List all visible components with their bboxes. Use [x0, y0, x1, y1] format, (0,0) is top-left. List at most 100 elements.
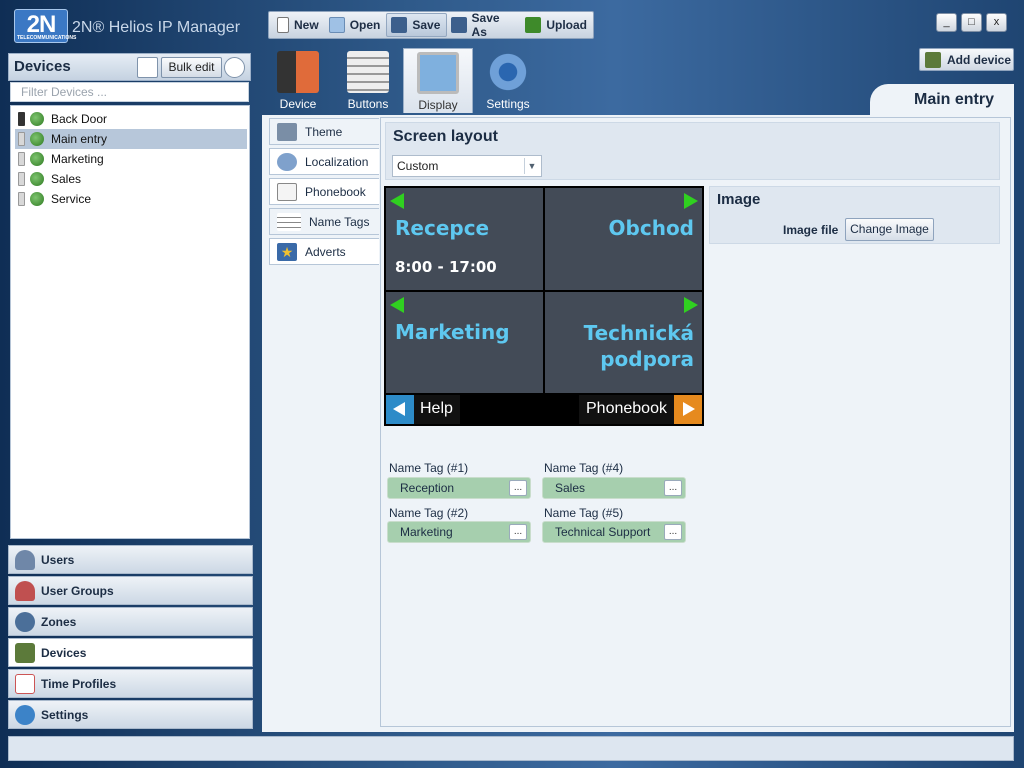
devices-icon — [15, 642, 35, 663]
cell-label: Recepce — [395, 216, 490, 240]
upload-label: Upload — [546, 18, 587, 32]
device-name: Back Door — [51, 112, 108, 126]
name-tag-field[interactable]: Sales... — [542, 477, 686, 499]
device-name: Service — [51, 192, 92, 206]
nav-users[interactable]: Users — [8, 545, 253, 574]
name-tag-field[interactable]: Technical Support... — [542, 521, 686, 543]
open-label: Open — [349, 18, 381, 32]
tab-buttons[interactable]: Buttons — [338, 48, 398, 113]
intercom-device-icon — [18, 192, 25, 206]
online-status-icon — [30, 192, 44, 206]
bulk-edit-button[interactable]: Bulk edit — [161, 57, 222, 78]
open-button[interactable]: Open — [325, 13, 387, 37]
name-tag-value: Technical Support — [555, 525, 651, 539]
nav-settings[interactable]: Settings — [8, 700, 253, 729]
display-help-button[interactable]: Help — [386, 395, 460, 424]
display-tab-icon — [417, 52, 459, 94]
save-label: Save — [412, 18, 441, 32]
name-tag-value: Reception — [400, 481, 455, 495]
add-device-label: Add device — [947, 52, 1012, 67]
logo-text: 2N — [26, 11, 57, 38]
online-status-icon — [30, 152, 44, 166]
logo-subtext: TELECOMMUNICATIONS — [17, 35, 77, 41]
display-cell-1[interactable]: Recepce 8:00 - 17:00 — [386, 188, 543, 290]
name-tag-field[interactable]: Marketing... — [387, 521, 531, 543]
tab-device[interactable]: Device — [268, 48, 328, 113]
minimize-button[interactable]: _ — [936, 13, 957, 32]
save-as-label: Save As — [471, 11, 500, 39]
cell-label: Marketing — [395, 320, 510, 344]
arrow-left-icon — [390, 193, 404, 209]
change-image-button[interactable]: Change Image — [845, 218, 934, 241]
phonebook-icon — [277, 182, 297, 201]
tab-label: Device — [279, 97, 317, 111]
side-tab-label: Name Tags — [309, 214, 370, 229]
display-cell-2[interactable]: Obchod — [545, 188, 702, 290]
filter-devices-input[interactable] — [10, 82, 249, 102]
side-tab-label: Theme — [305, 124, 343, 139]
tab-display[interactable]: Display — [403, 48, 473, 113]
device-item-sales[interactable]: Sales — [15, 169, 247, 189]
zones-icon — [15, 611, 35, 632]
more-button[interactable]: ... — [509, 524, 527, 540]
nav-label: Settings — [41, 707, 89, 722]
arrow-right-icon — [684, 297, 698, 313]
more-button[interactable]: ... — [509, 480, 527, 496]
intercom-device-icon — [18, 152, 25, 166]
arrow-right-icon — [684, 193, 698, 209]
name-tag-value: Marketing — [400, 525, 453, 539]
bulk-edit-icon[interactable] — [137, 57, 158, 78]
nav-label: Devices — [41, 645, 87, 660]
device-item-service[interactable]: Service — [15, 189, 247, 209]
new-label: New — [294, 18, 319, 32]
open-folder-icon — [328, 17, 345, 33]
upload-button[interactable]: Upload — [521, 13, 593, 37]
gears-icon — [487, 51, 529, 93]
side-tab-label: Phonebook — [305, 184, 366, 199]
maximize-button[interactable]: □ — [961, 13, 982, 32]
more-button[interactable]: ... — [664, 524, 682, 540]
name-tag-label: Name Tag (#5) — [544, 506, 624, 520]
name-tag-field[interactable]: Reception... — [387, 477, 531, 499]
add-device-icon — [925, 51, 941, 68]
user-icon — [15, 549, 35, 570]
side-tab-name-tags[interactable]: Name Tags — [269, 208, 379, 235]
display-phonebook-button[interactable]: Phonebook — [579, 395, 702, 424]
calendar-icon — [15, 673, 35, 694]
save-as-button[interactable]: Save As — [447, 11, 521, 39]
device-list: Back Door Main entry Marketing Sales Ser… — [10, 105, 250, 539]
new-button[interactable]: New — [273, 13, 325, 37]
main-toolbar: New Open Save Save As Upload — [268, 11, 594, 39]
side-tab-phonebook[interactable]: Phonebook — [269, 178, 379, 205]
cell-label: Technická podpora — [583, 321, 694, 371]
tab-settings[interactable]: Settings — [478, 48, 538, 113]
device-item-marketing[interactable]: Marketing — [15, 149, 247, 169]
hours-text: 8:00 - 17:00 — [395, 258, 497, 276]
close-button[interactable]: x — [986, 13, 1007, 32]
clock-icon[interactable] — [224, 57, 245, 78]
intercom-device-icon — [18, 172, 25, 186]
add-device-button[interactable]: Add device — [919, 48, 1014, 71]
nav-user-groups[interactable]: User Groups — [8, 576, 253, 605]
tab-label: Buttons — [347, 97, 389, 111]
display-cell-4[interactable]: Technická podpora — [545, 292, 702, 393]
screen-layout-select[interactable]: Custom ▼ — [392, 155, 542, 177]
online-status-icon — [30, 112, 44, 126]
display-cell-3[interactable]: Marketing — [386, 292, 543, 393]
name-tag-value: Sales — [555, 481, 586, 495]
side-tab-adverts[interactable]: ★ Adverts — [269, 238, 379, 265]
device-item-main-entry[interactable]: Main entry — [15, 129, 247, 149]
more-button[interactable]: ... — [664, 480, 682, 496]
nav-label: User Groups — [41, 583, 114, 598]
chevron-down-icon: ▼ — [524, 158, 539, 174]
side-tab-theme[interactable]: Theme — [269, 118, 379, 145]
save-button[interactable]: Save — [386, 13, 448, 37]
tab-label: Display — [418, 98, 458, 112]
nav-devices[interactable]: Devices — [8, 638, 253, 667]
device-item-back-door[interactable]: Back Door — [15, 109, 247, 129]
side-tab-localization[interactable]: Localization — [269, 148, 379, 175]
nav-zones[interactable]: Zones — [8, 607, 253, 636]
nav-time-profiles[interactable]: Time Profiles — [8, 669, 253, 698]
phonebook-label: Phonebook — [586, 400, 667, 417]
image-file-label: Image file — [783, 223, 839, 237]
